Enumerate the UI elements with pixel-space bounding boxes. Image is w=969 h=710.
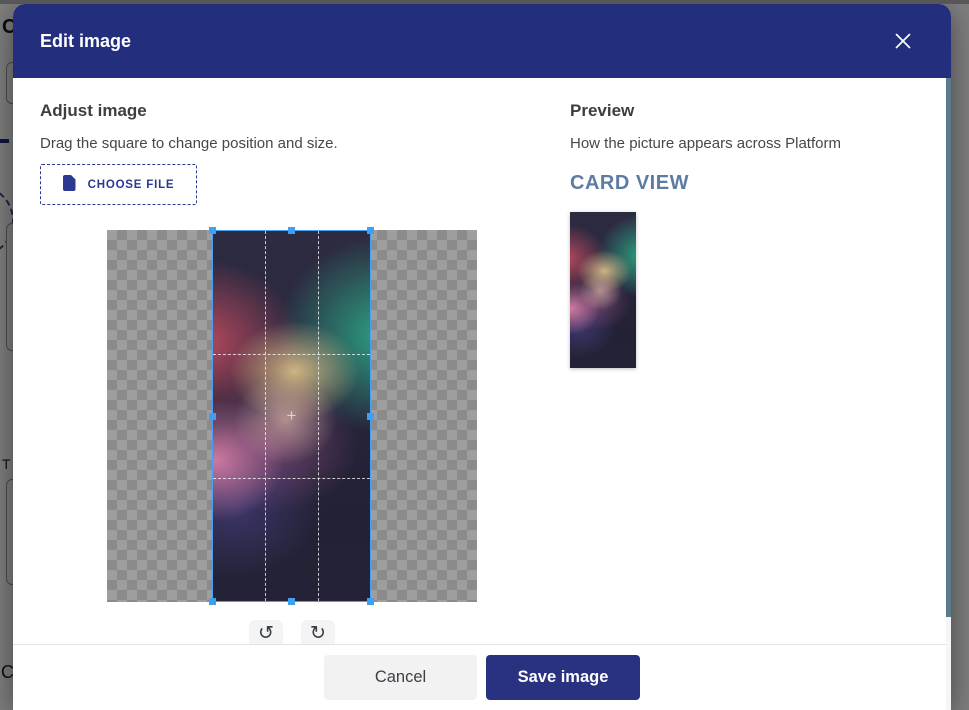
preview-heading: Preview — [570, 101, 634, 121]
edit-image-modal: Edit image Adjust image Drag the square … — [13, 4, 951, 710]
modal-footer: Cancel Save image — [13, 644, 951, 710]
rotate-left-icon: ↺ — [258, 620, 274, 645]
crop-canvas[interactable]: + — [107, 230, 477, 602]
modal-header: Edit image — [13, 4, 951, 78]
crop-shade-right — [371, 230, 477, 602]
choose-file-button[interactable]: CHOOSE FILE — [40, 164, 197, 205]
page-top-edge — [0, 0, 969, 4]
choose-file-label: CHOOSE FILE — [88, 179, 175, 191]
close-icon — [894, 32, 912, 53]
card-view-preview-image — [570, 212, 636, 368]
card-view-label: CARD VIEW — [570, 172, 689, 195]
crop-handle-top-center[interactable] — [288, 227, 295, 234]
rotate-right-icon: ↻ — [310, 620, 326, 645]
save-image-button[interactable]: Save image — [486, 655, 640, 700]
crop-gridline — [265, 231, 266, 601]
crop-center-crosshair-icon: + — [287, 407, 297, 424]
file-icon — [63, 175, 76, 194]
close-button[interactable] — [893, 32, 913, 52]
cancel-button[interactable]: Cancel — [324, 655, 477, 700]
crop-selection[interactable]: + — [212, 230, 371, 602]
crop-handle-bottom-right[interactable] — [367, 598, 374, 605]
modal-scrollbar[interactable] — [946, 78, 951, 710]
adjust-image-description: Drag the square to change position and s… — [40, 135, 338, 152]
crop-shade-left — [107, 230, 212, 602]
rotate-right-button[interactable]: ↻ — [301, 620, 335, 645]
crop-gridline — [213, 478, 370, 479]
rotate-left-button[interactable]: ↺ — [249, 620, 283, 645]
modal-scrollbar-thumb[interactable] — [946, 78, 951, 617]
preview-description: How the picture appears across Platform — [570, 135, 841, 152]
crop-handle-bottom-center[interactable] — [288, 598, 295, 605]
crop-handle-middle-left[interactable] — [209, 413, 216, 420]
crop-handle-top-right[interactable] — [367, 227, 374, 234]
modal-title: Edit image — [40, 31, 131, 52]
adjust-image-heading: Adjust image — [40, 101, 147, 121]
crop-handle-top-left[interactable] — [209, 227, 216, 234]
crop-gridline — [318, 231, 319, 601]
crop-handle-middle-right[interactable] — [367, 413, 374, 420]
crop-handle-bottom-left[interactable] — [209, 598, 216, 605]
crop-gridline — [213, 354, 370, 355]
